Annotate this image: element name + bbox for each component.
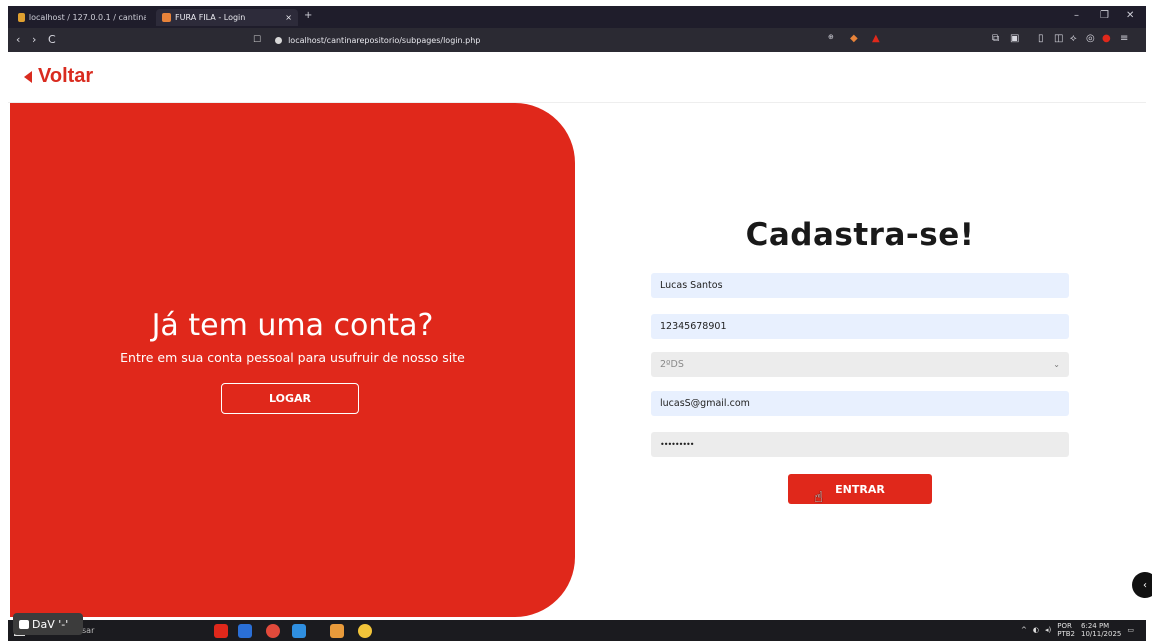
class-value: 2ºDS — [660, 359, 684, 370]
phone-input[interactable]: 12345678901 — [651, 314, 1069, 339]
chevron-down-icon: ⌄ — [1053, 360, 1060, 369]
close-tab-icon[interactable]: × — [285, 13, 292, 22]
taskbar-app-icon[interactable] — [358, 624, 372, 638]
hand-cursor-icon: ☝ — [814, 488, 824, 506]
site-info-icon[interactable] — [275, 36, 283, 44]
phpmyadmin-icon — [18, 13, 25, 22]
brave-shield-icon[interactable]: ◆ — [850, 33, 858, 44]
tab-login[interactable]: FURA FILA - Login × — [156, 9, 298, 26]
volume-icon[interactable]: ◂) — [1045, 626, 1051, 634]
chrome-app-icon[interactable] — [266, 624, 280, 638]
caret-left-icon — [24, 70, 32, 83]
system-tray: ^ ◐ ◂) POR PTB2 6:24 PM 10/11/2025 ▭ — [1021, 622, 1134, 638]
sidebar-icon[interactable]: ▯ — [1038, 33, 1044, 44]
overlay-badge: DaV '-' — [13, 613, 83, 635]
new-tab-button[interactable]: + — [304, 10, 312, 21]
tabs-icon[interactable]: ◫ — [1054, 33, 1063, 44]
tray-chevron-icon[interactable]: ^ — [1021, 626, 1027, 634]
browser-tab-bar: localhost / 127.0.0.1 / cantinadef / cl.… — [8, 6, 1146, 28]
xampp-app-icon[interactable] — [330, 624, 344, 638]
tray-time: 6:24 PM — [1081, 622, 1110, 630]
forward-button[interactable]: › — [32, 33, 36, 46]
share-icon[interactable]: ⟡ — [1070, 33, 1077, 44]
back-button[interactable]: ‹ — [16, 33, 20, 46]
taskbar: Pesquisar ^ ◐ ◂) POR PTB2 6:24 PM 10/11/… — [8, 620, 1146, 641]
restore-button[interactable]: ❐ — [1100, 10, 1109, 21]
address-bar[interactable]: ☐ localhost/cantinarepositorio/subpages/… — [253, 32, 893, 48]
language-indicator[interactable]: POR PTB2 — [1057, 622, 1075, 638]
panel-subtitle: Entre em sua conta pessoal para usufruir… — [120, 350, 465, 365]
login-button[interactable]: LOGAR — [221, 383, 359, 414]
overlay-label: DaV '-' — [32, 617, 69, 631]
clock[interactable]: 6:24 PM 10/11/2025 — [1081, 622, 1121, 638]
notifications-icon[interactable]: ▭ — [1127, 626, 1134, 634]
email-value: lucasS@gmail.com — [660, 398, 750, 409]
bookmark-icon[interactable]: ☐ — [253, 35, 261, 45]
password-input[interactable]: ••••••••• — [651, 432, 1069, 457]
brave-app-icon[interactable] — [214, 624, 228, 638]
chat-bubble-icon — [19, 619, 29, 629]
tab-phpmyadmin[interactable]: localhost / 127.0.0.1 / cantinadef / cl.… — [12, 9, 152, 26]
site-favicon-icon — [162, 13, 171, 22]
rewards-icon[interactable]: ▲ — [872, 33, 880, 44]
phone-value: 12345678901 — [660, 321, 727, 332]
form-title: Cadastra-se! — [745, 217, 975, 253]
password-value: ••••••••• — [660, 440, 694, 449]
browser-nav-bar: ‹ › C ☐ localhost/cantinarepositorio/sub… — [8, 28, 1146, 52]
reader-icon[interactable]: ⊕ — [828, 33, 834, 41]
class-select[interactable]: 2ºDS ⌄ — [651, 352, 1069, 377]
leo-icon[interactable]: ● — [1102, 33, 1111, 44]
checkmark-app-icon[interactable] — [238, 624, 252, 638]
login-panel: Já tem uma conta? Entre em sua conta pes… — [10, 103, 575, 617]
submit-button[interactable]: ENTRAR — [788, 474, 932, 504]
page-content: Voltar Já tem uma conta? Entre em sua co… — [8, 52, 1152, 620]
tray-lang: POR — [1057, 622, 1072, 630]
url-text: localhost/cantinarepositorio/subpages/lo… — [288, 35, 481, 45]
tray-date: 10/11/2025 — [1081, 630, 1122, 638]
side-toggle-icon[interactable]: ‹ — [1132, 572, 1152, 598]
vscode-app-icon[interactable] — [292, 624, 306, 638]
close-window-button[interactable]: ✕ — [1126, 10, 1134, 21]
reload-button[interactable]: C — [48, 33, 56, 46]
name-value: Lucas Santos — [660, 280, 723, 291]
email-input[interactable]: lucasS@gmail.com — [651, 391, 1069, 416]
extensions-icon[interactable]: ⧉ — [992, 33, 999, 44]
minimize-button[interactable]: – — [1074, 10, 1079, 21]
menu-icon[interactable]: ≡ — [1120, 33, 1128, 44]
tray-layout: PTB2 — [1057, 630, 1076, 638]
tab-title: localhost / 127.0.0.1 / cantinadef / cl.… — [28, 13, 146, 22]
name-input[interactable]: Lucas Santos — [651, 273, 1069, 298]
network-icon[interactable]: ◐ — [1033, 626, 1039, 634]
panel-title: Já tem uma conta? — [151, 308, 434, 343]
tab-title: FURA FILA - Login — [175, 13, 246, 22]
back-link[interactable]: Voltar — [24, 65, 93, 88]
wallet-icon[interactable]: ▣ — [1010, 33, 1019, 44]
vpn-icon[interactable]: ◎ — [1086, 33, 1095, 44]
back-link-label: Voltar — [38, 65, 94, 87]
